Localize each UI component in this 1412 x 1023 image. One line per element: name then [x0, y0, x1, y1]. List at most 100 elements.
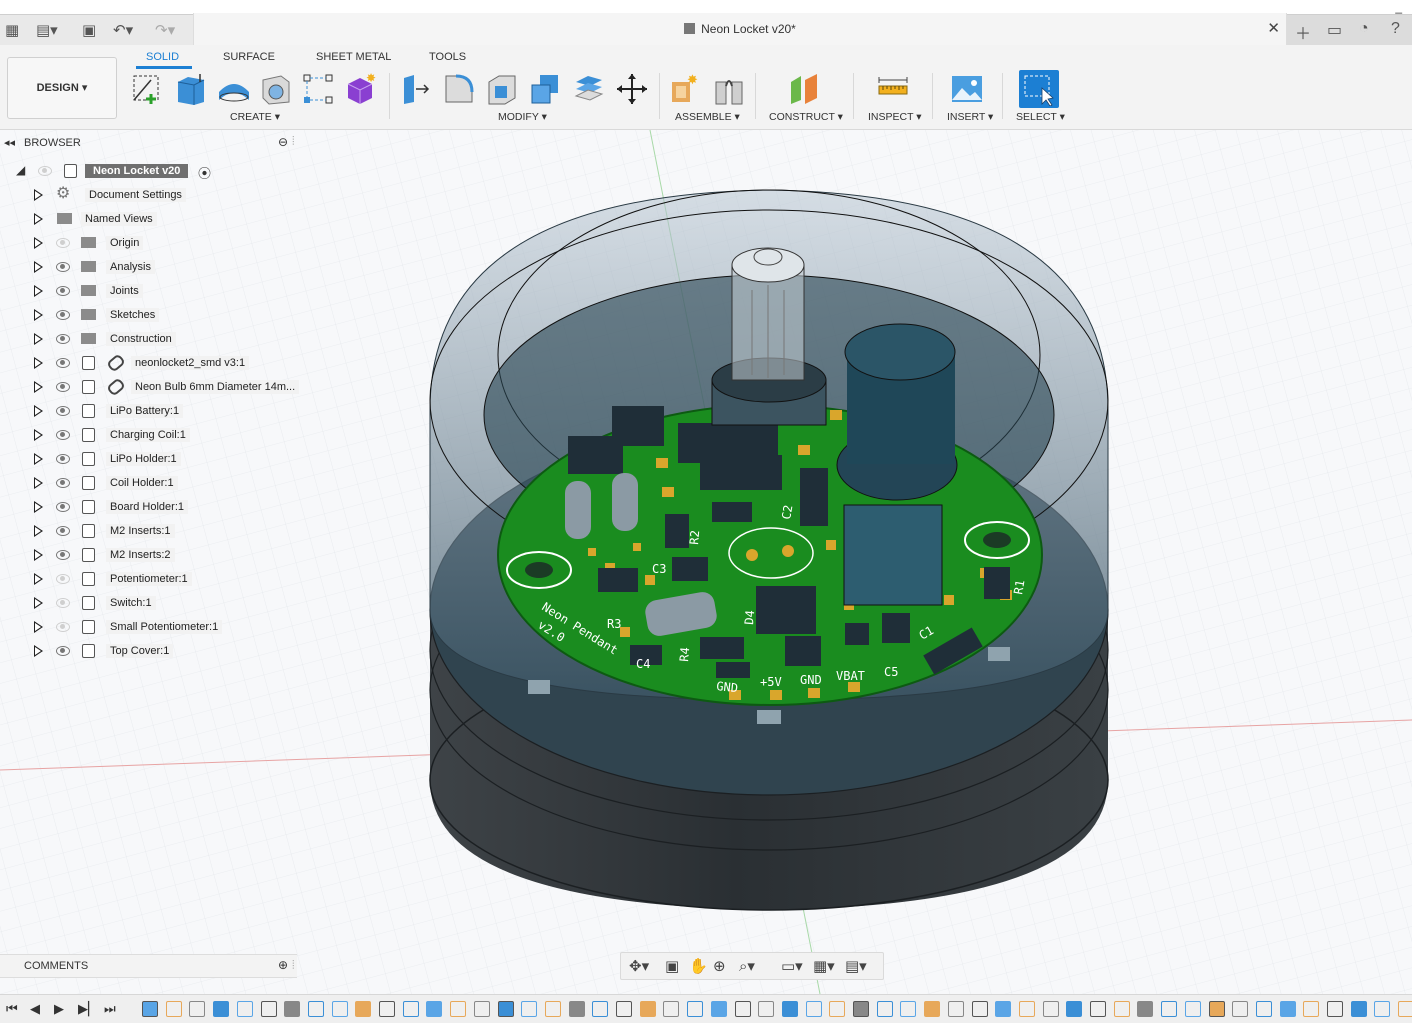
- shell-icon[interactable]: [485, 72, 519, 106]
- timeline-feature-icon[interactable]: [189, 1001, 206, 1017]
- visibility-eye-icon[interactable]: [56, 406, 70, 416]
- offset-face-icon[interactable]: [572, 72, 606, 106]
- timeline-feature-icon[interactable]: [473, 1001, 490, 1017]
- timeline-feature-icon[interactable]: [1327, 1001, 1343, 1017]
- collapse-panel-icon[interactable]: ◂◂: [4, 136, 15, 149]
- timeline-feature-icon[interactable]: [165, 1001, 182, 1017]
- timeline-feature-icon[interactable]: [592, 1001, 609, 1017]
- panel-resize-handle[interactable]: ⦙: [292, 134, 295, 149]
- expand-arrow-icon[interactable]: [34, 357, 43, 369]
- timeline-feature-icon[interactable]: [1232, 1001, 1249, 1017]
- modify-menu[interactable]: MODIFY ▾: [498, 111, 547, 123]
- expand-arrow-icon[interactable]: [34, 213, 43, 225]
- visibility-eye-icon[interactable]: [56, 526, 70, 536]
- timeline-last-icon[interactable]: ⏭: [104, 1001, 116, 1017]
- timeline-feature-icon[interactable]: [379, 1001, 395, 1017]
- timeline-feature-icon[interactable]: [450, 1001, 467, 1017]
- timeline-previous-icon[interactable]: ◀: [30, 1001, 40, 1017]
- visibility-eye-icon[interactable]: [56, 358, 70, 368]
- visibility-eye-icon[interactable]: [38, 166, 52, 176]
- timeline-feature-icon[interactable]: [734, 1001, 751, 1017]
- visibility-eye-icon[interactable]: [56, 646, 70, 656]
- visibility-eye-icon[interactable]: [56, 334, 70, 344]
- timeline-feature-icon[interactable]: [1279, 1001, 1296, 1017]
- expand-arrow-icon[interactable]: [34, 501, 43, 513]
- construct-menu[interactable]: CONSTRUCT ▾: [769, 111, 843, 123]
- orbit-icon[interactable]: ✥▾: [629, 957, 649, 975]
- expand-arrow-icon[interactable]: [34, 333, 43, 345]
- create-hole-icon[interactable]: [259, 72, 293, 106]
- create-sketch-icon[interactable]: [131, 72, 165, 106]
- timeline-feature-icon[interactable]: [995, 1001, 1012, 1017]
- select-menu[interactable]: SELECT ▾: [1016, 111, 1065, 123]
- timeline-feature-icon[interactable]: [402, 1001, 419, 1017]
- workspace-switcher-button[interactable]: DESIGN ▾: [7, 57, 117, 119]
- panel-resize-handle[interactable]: ⦙: [292, 958, 295, 973]
- timeline-feature-icon[interactable]: [142, 1001, 158, 1017]
- visibility-eye-icon[interactable]: [56, 262, 70, 272]
- timeline-feature-icon[interactable]: [758, 1001, 775, 1017]
- move-copy-icon[interactable]: [615, 72, 649, 106]
- timeline-feature-icon[interactable]: [284, 1001, 301, 1017]
- tab-sheet-metal[interactable]: SHEET METAL: [316, 51, 391, 63]
- comments-panel[interactable]: COMMENTS ⊕ ⦙: [0, 954, 297, 978]
- collapse-root-icon[interactable]: ◢: [16, 163, 25, 177]
- timeline-feature-icon[interactable]: [521, 1001, 538, 1017]
- tab-surface[interactable]: SURFACE: [223, 51, 275, 63]
- timeline-feature-icon[interactable]: [1398, 1001, 1412, 1017]
- timeline-feature-icon[interactable]: [355, 1001, 372, 1017]
- browser-minimize-icon[interactable]: ⊖: [278, 135, 288, 149]
- file-menu-icon[interactable]: ▤▾: [36, 21, 58, 39]
- combine-icon[interactable]: [528, 72, 562, 106]
- press-pull-icon[interactable]: [398, 72, 432, 106]
- viewports-icon[interactable]: ▤▾: [845, 957, 867, 975]
- insert-menu[interactable]: INSERT ▾: [947, 111, 993, 123]
- timeline-feature-icon[interactable]: [568, 1001, 585, 1017]
- close-tab-icon[interactable]: ✕: [1267, 19, 1280, 37]
- zoom-icon[interactable]: ⊕: [713, 957, 726, 975]
- timeline-feature-icon[interactable]: [497, 1001, 514, 1017]
- timeline-feature-icon[interactable]: [1303, 1001, 1320, 1017]
- timeline-feature-icon[interactable]: [1184, 1001, 1201, 1017]
- visibility-eye-icon[interactable]: [56, 550, 70, 560]
- timeline-feature-icon[interactable]: [971, 1001, 988, 1017]
- timeline-feature-icon[interactable]: [1137, 1001, 1154, 1017]
- expand-arrow-icon[interactable]: [34, 381, 43, 393]
- timeline-feature-icon[interactable]: [1161, 1001, 1178, 1017]
- create-revolve-icon[interactable]: [217, 72, 251, 106]
- pan-icon[interactable]: ✋: [689, 957, 708, 975]
- create-menu[interactable]: CREATE ▾: [230, 111, 280, 123]
- create-form-icon[interactable]: ✸: [344, 72, 378, 106]
- timeline-feature-icon[interactable]: [1374, 1001, 1391, 1017]
- fillet-icon[interactable]: [442, 72, 476, 106]
- visibility-eye-icon[interactable]: [56, 502, 70, 512]
- timeline-first-icon[interactable]: ⏮: [6, 1001, 18, 1017]
- measure-icon[interactable]: [876, 72, 910, 106]
- timeline-feature-icon[interactable]: [805, 1001, 822, 1017]
- timeline-feature-icon[interactable]: [1090, 1001, 1106, 1017]
- new-tab-icon[interactable]: ＋: [1295, 20, 1311, 44]
- timeline-feature-icon[interactable]: [639, 1001, 656, 1017]
- visibility-eye-icon[interactable]: [56, 286, 70, 296]
- add-comment-icon[interactable]: ⊕: [278, 958, 288, 972]
- timeline-feature-icon[interactable]: [544, 1001, 561, 1017]
- expand-arrow-icon[interactable]: [34, 549, 43, 561]
- timeline-feature-icon[interactable]: [426, 1001, 443, 1017]
- timeline-feature-icon[interactable]: [213, 1001, 230, 1017]
- timeline-feature-icon[interactable]: [236, 1001, 253, 1017]
- visibility-eye-icon[interactable]: [56, 430, 70, 440]
- undo-icon[interactable]: ↶▾: [113, 21, 133, 39]
- visibility-eye-icon[interactable]: [56, 310, 70, 320]
- expand-arrow-icon[interactable]: [34, 621, 43, 633]
- expand-arrow-icon[interactable]: [34, 645, 43, 657]
- look-at-icon[interactable]: ▣: [665, 957, 679, 975]
- timeline-feature-icon[interactable]: [829, 1001, 846, 1017]
- visibility-eye-icon[interactable]: [56, 574, 70, 584]
- expand-arrow-icon[interactable]: [34, 573, 43, 585]
- 3d-viewport[interactable]: Neon Pendant v2.0 GND +5V GND VBAT C5 C1…: [0, 130, 1412, 994]
- app-grid-icon[interactable]: ▦: [5, 21, 19, 39]
- activate-radio-icon[interactable]: ⦿: [198, 163, 211, 182]
- timeline-feature-icon[interactable]: [924, 1001, 941, 1017]
- document-tab[interactable]: Neon Locket v20* ✕: [193, 13, 1287, 46]
- timeline-feature-icon[interactable]: [900, 1001, 917, 1017]
